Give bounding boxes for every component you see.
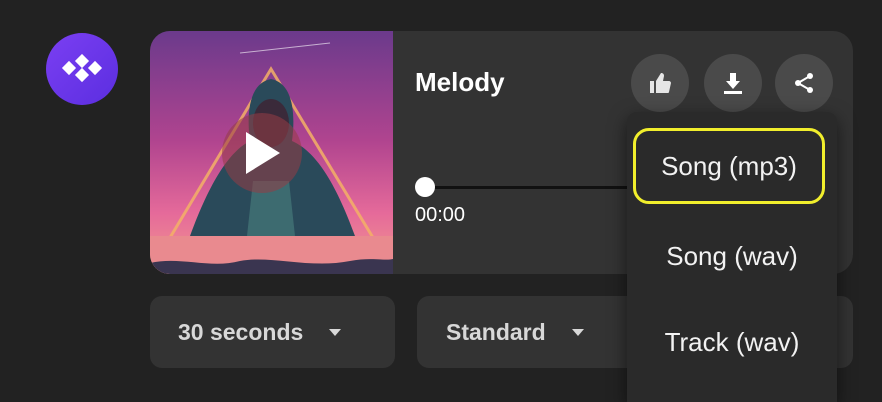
share-icon — [795, 73, 813, 93]
share-button[interactable] — [775, 54, 833, 112]
quality-value: Standard — [446, 318, 546, 345]
duration-select[interactable]: 30 seconds — [150, 296, 395, 368]
play-button[interactable] — [222, 113, 302, 193]
caret-down-icon — [329, 328, 342, 336]
menu-item-song-mp3[interactable]: Song (mp3) — [633, 128, 825, 204]
caret-down-icon — [571, 328, 584, 336]
menu-item-track-wav[interactable]: Track (wav) — [627, 312, 837, 372]
download-icon — [724, 73, 742, 94]
menu-item-song-wav[interactable]: Song (wav) — [627, 226, 837, 286]
like-button[interactable] — [631, 54, 689, 112]
duration-value: 30 seconds — [178, 318, 304, 345]
logo-diamonds-icon — [61, 54, 103, 83]
download-button[interactable] — [704, 54, 762, 112]
thumbs-up-icon — [650, 73, 671, 93]
app-logo[interactable] — [46, 33, 118, 105]
album-cover — [150, 31, 393, 274]
download-menu: Song (mp3) Song (wav) Track (wav) — [627, 112, 837, 402]
current-time: 00:00 — [415, 204, 466, 226]
progress-knob[interactable] — [415, 177, 435, 197]
track-title: Melody — [415, 67, 505, 97]
play-icon — [246, 132, 280, 174]
